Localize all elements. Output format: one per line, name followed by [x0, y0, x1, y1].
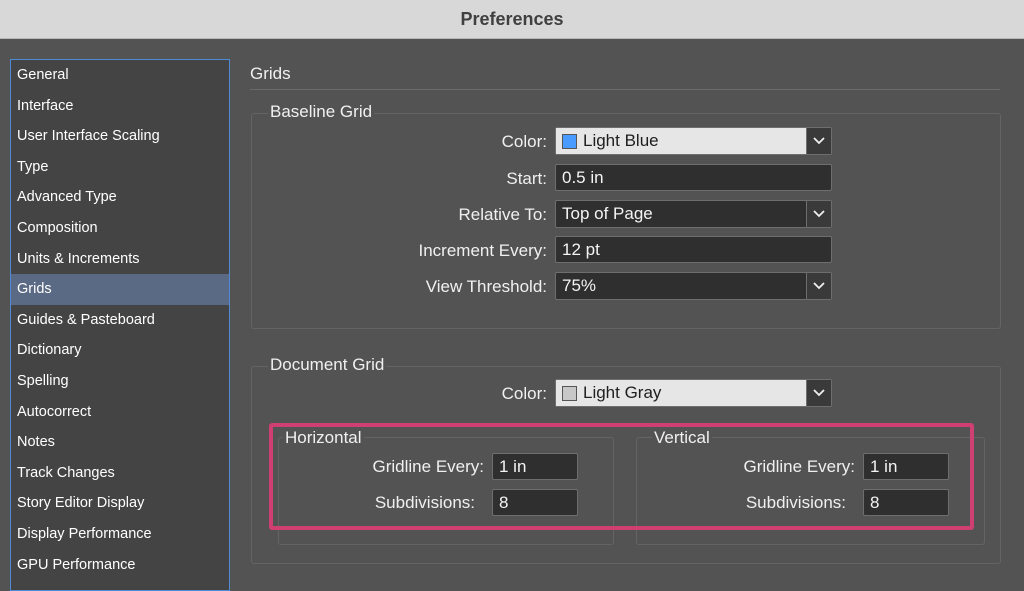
chevron-down-icon[interactable] [806, 201, 831, 227]
sidebar-item-advanced-type[interactable]: Advanced Type [11, 182, 229, 213]
section-divider [250, 89, 1000, 90]
highlight-annotation-box [269, 423, 974, 530]
baseline-grid-title: Baseline Grid [268, 102, 375, 122]
baseline-color-value: Light Blue [583, 131, 659, 150]
sidebar-item-guides-pasteboard[interactable]: Guides & Pasteboard [11, 305, 229, 336]
sidebar-item-composition[interactable]: Composition [11, 213, 229, 244]
document-color-label: Color: [501, 384, 547, 403]
document-grid-title: Document Grid [268, 355, 387, 375]
sidebar-item-display-performance[interactable]: Display Performance [11, 519, 229, 550]
baseline-color-dropdown[interactable]: Light Blue [555, 127, 832, 155]
sidebar-item-type[interactable]: Type [11, 152, 229, 183]
sidebar-item-story-editor-display[interactable]: Story Editor Display [11, 488, 229, 519]
sidebar-item-dictionary[interactable]: Dictionary [11, 335, 229, 366]
light-gray-swatch [562, 385, 577, 401]
view-threshold-dropdown[interactable]: 75% [555, 272, 832, 300]
sidebar-item-units-increments[interactable]: Units & Increments [11, 244, 229, 275]
relative-to-label: Relative To: [458, 205, 547, 224]
sidebar-item-track-changes[interactable]: Track Changes [11, 458, 229, 489]
sidebar-item-general[interactable]: General [11, 60, 229, 91]
relative-to-value: Top of Page [562, 204, 653, 223]
increment-every-input[interactable]: 12 pt [555, 236, 832, 263]
sidebar-item-spelling[interactable]: Spelling [11, 366, 229, 397]
sidebar-item-autocorrect[interactable]: Autocorrect [11, 397, 229, 428]
title-bar: Preferences [0, 0, 1024, 39]
baseline-start-label: Start: [506, 169, 547, 188]
chevron-down-icon[interactable] [806, 273, 831, 299]
sidebar-item-notes[interactable]: Notes [11, 427, 229, 458]
category-list[interactable]: General Interface User Interface Scaling… [10, 59, 230, 591]
view-threshold-label: View Threshold: [425, 277, 547, 296]
section-title: Grids [250, 64, 291, 83]
sidebar-item-ui-scaling[interactable]: User Interface Scaling [11, 121, 229, 152]
baseline-color-value-box: Light Blue [556, 128, 806, 154]
baseline-start-input[interactable]: 0.5 in [555, 164, 832, 191]
relative-to-dropdown[interactable]: Top of Page [555, 200, 832, 228]
increment-every-label: Increment Every: [418, 241, 548, 260]
chevron-down-icon[interactable] [806, 128, 831, 154]
window-title: Preferences [460, 8, 564, 29]
document-color-value: Light Gray [583, 383, 662, 402]
document-color-value-box: Light Gray [556, 380, 806, 406]
sidebar-item-grids[interactable]: Grids [11, 274, 229, 305]
document-color-dropdown[interactable]: Light Gray [555, 379, 832, 407]
sidebar-item-interface[interactable]: Interface [11, 91, 229, 122]
chevron-down-icon[interactable] [806, 380, 831, 406]
view-threshold-value: 75% [562, 276, 597, 295]
light-blue-swatch [562, 133, 577, 149]
baseline-color-label: Color: [501, 132, 547, 151]
sidebar-item-gpu-performance[interactable]: GPU Performance [11, 550, 229, 581]
